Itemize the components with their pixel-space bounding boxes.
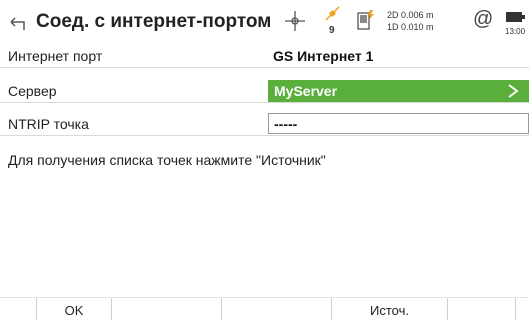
satellite-icon[interactable] bbox=[325, 6, 341, 22]
info-message: Для получения списка точек нажмите "Исто… bbox=[8, 152, 326, 168]
internet-port-row: Интернет порт GS Интернет 1 bbox=[0, 44, 529, 68]
softkey-empty-5[interactable] bbox=[447, 298, 515, 320]
title-bar: Соед. с интернет-портом 9 2D 0.006 m 1D … bbox=[0, 0, 529, 44]
ntrip-mountpoint-field[interactable]: ----- bbox=[268, 113, 529, 134]
page-title: Соед. с интернет-портом bbox=[36, 11, 272, 32]
chevron-right-icon bbox=[508, 84, 519, 98]
server-label: Сервер bbox=[8, 83, 57, 99]
precision-2d: 2D 0.006 m bbox=[387, 10, 434, 20]
satellite-count: 9 bbox=[329, 25, 335, 36]
source-button-label: Источ. bbox=[370, 303, 409, 318]
server-row: Сервер MyServer bbox=[0, 79, 529, 103]
gnss-device-icon[interactable] bbox=[357, 9, 375, 31]
ok-button[interactable]: OK bbox=[36, 298, 111, 320]
internet-at-icon[interactable]: @ bbox=[473, 8, 493, 31]
internet-port-value: GS Интернет 1 bbox=[273, 48, 374, 64]
crosshair-icon[interactable] bbox=[284, 10, 306, 32]
softkey-empty-3[interactable] bbox=[221, 298, 331, 320]
source-button[interactable]: Источ. bbox=[331, 298, 447, 320]
ntrip-value: ----- bbox=[274, 116, 298, 132]
ntrip-label: NTRIP точка bbox=[8, 116, 89, 132]
softkey-empty-6[interactable] bbox=[515, 298, 529, 320]
softkey-empty-2[interactable] bbox=[111, 298, 221, 320]
precision-1d: 1D 0.010 m bbox=[387, 22, 434, 32]
ok-button-label: OK bbox=[64, 303, 84, 318]
server-value: MyServer bbox=[274, 83, 338, 99]
softkey-bar: OK Источ. bbox=[0, 297, 529, 320]
clock-time: 13:00 bbox=[505, 27, 526, 36]
internet-port-label: Интернет порт bbox=[8, 48, 103, 64]
server-selector-button[interactable]: MyServer bbox=[268, 80, 529, 102]
battery-icon[interactable] bbox=[505, 10, 527, 24]
ntrip-row: NTRIP точка ----- bbox=[0, 112, 529, 136]
back-icon[interactable] bbox=[8, 14, 28, 34]
